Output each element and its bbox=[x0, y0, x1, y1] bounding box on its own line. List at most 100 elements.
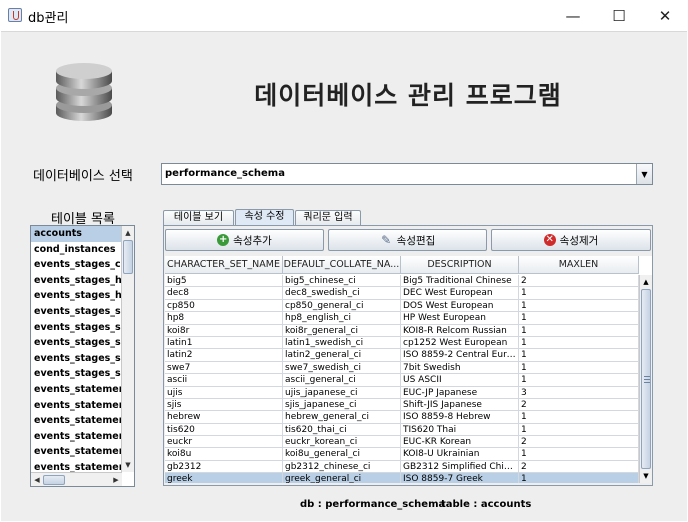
table-row[interactable]: hp8 hp8_english_ci HP West European 1 bbox=[165, 312, 639, 325]
table-cell: gb2312 bbox=[165, 460, 283, 474]
column-header[interactable]: DEFAULT_COLLATE_NA... bbox=[283, 256, 401, 274]
table-header: CHARACTER_SET_NAME DEFAULT_COLLATE_NA...… bbox=[165, 256, 639, 274]
table-list-item[interactable]: events_stages_current bbox=[31, 257, 122, 273]
table-vscroll[interactable]: ▲ ▼ bbox=[639, 275, 652, 483]
table-list[interactable]: accountscond_instancesevents_stages_curr… bbox=[30, 225, 135, 487]
status-table: table : accounts bbox=[441, 499, 532, 510]
table-list-item[interactable]: events_stages_summary_by_account bbox=[31, 304, 122, 320]
scroll-up-icon[interactable]: ▲ bbox=[640, 276, 652, 288]
table-list-item[interactable]: accounts bbox=[31, 226, 122, 242]
table-list-item[interactable]: events_statements_history_long bbox=[31, 413, 122, 429]
table-cell: ISO 8859-8 Hebrew bbox=[401, 411, 519, 424]
delete-attribute-button[interactable]: ✕ 속성제거 bbox=[491, 229, 651, 251]
tab-table-view[interactable]: 테이블 보기 bbox=[163, 210, 234, 226]
scroll-up-icon[interactable]: ▲ bbox=[122, 227, 134, 239]
table-list-item[interactable]: events_statements_summary_by_thread bbox=[31, 460, 122, 472]
app-heading: 데이터베이스 관리 프로그램 bbox=[254, 81, 562, 110]
maximize-button[interactable]: ☐ bbox=[596, 0, 642, 31]
column-header[interactable]: CHARACTER_SET_NAME bbox=[165, 256, 283, 274]
table-cell: US ASCII bbox=[401, 374, 519, 387]
database-select-value: performance_schema bbox=[165, 168, 285, 179]
table-list-item[interactable]: events_stages_summary_by_thread bbox=[31, 335, 122, 351]
table-row[interactable]: euckr euckr_korean_ci EUC-KR Korean 2 bbox=[165, 436, 639, 449]
minimize-button[interactable]: — bbox=[550, 0, 596, 31]
table-row[interactable]: hebrew hebrew_general_ci ISO 8859-8 Hebrew… bbox=[165, 411, 639, 424]
scroll-down-icon[interactable]: ▼ bbox=[640, 470, 652, 482]
table-cell: ujis_japanese_ci bbox=[283, 386, 401, 399]
scroll-thumb[interactable] bbox=[123, 240, 133, 274]
table-list-item[interactable]: events_statements_history bbox=[31, 398, 122, 414]
table-row[interactable]: latin2 latin2_general_ci ISO 8859-2 Centra… bbox=[165, 349, 639, 362]
scroll-thumb[interactable] bbox=[43, 475, 65, 485]
edit-attribute-button[interactable]: ✎ 속성편집 bbox=[328, 229, 487, 251]
table-row[interactable]: big5 big5_chinese_ci Big5 Traditional Chin… bbox=[165, 275, 639, 288]
scroll-right-icon[interactable]: ▶ bbox=[110, 474, 122, 486]
tab-edit-attributes[interactable]: 속성 수정 bbox=[235, 209, 294, 226]
table-list-items: accountscond_instancesevents_stages_curr… bbox=[31, 226, 122, 472]
table-cell: DOS West European bbox=[401, 299, 519, 313]
scroll-left-icon[interactable]: ◀ bbox=[31, 474, 43, 486]
table-row[interactable]: ascii ascii_general_ci US ASCII 1 bbox=[165, 374, 639, 387]
table-row[interactable]: gb2312 gb2312_chinese_ci GB2312 Simplified… bbox=[165, 460, 639, 474]
table-list-item[interactable]: events_stages_history_long bbox=[31, 288, 122, 304]
table-row[interactable]: sjis sjis_japanese_ci Shift-JIS Japanese 2 bbox=[165, 398, 639, 412]
table-cell: DEC West European bbox=[401, 287, 519, 300]
table-cell: latin2_general_ci bbox=[283, 349, 401, 362]
table-cell: TIS620 Thai bbox=[401, 423, 519, 437]
close-button[interactable]: ✕ bbox=[642, 0, 688, 31]
table-cell: Big5 Traditional Chinese bbox=[401, 275, 519, 288]
table-row[interactable]: cp850 cp850_general_ci DOS West European 1 bbox=[165, 299, 639, 313]
scroll-thumb[interactable] bbox=[641, 289, 651, 469]
table-row[interactable]: tis620 tis620_thai_ci TIS620 Thai 1 bbox=[165, 423, 639, 437]
delete-attribute-label: 속성제거 bbox=[559, 234, 599, 247]
table-list-item[interactable]: events_statements_summary bbox=[31, 429, 122, 445]
table-row[interactable]: dec8 dec8_swedish_ci DEC West European 1 bbox=[165, 287, 639, 300]
table-cell: koi8r_general_ci bbox=[283, 324, 401, 337]
table-list-item[interactable]: events_statements_current bbox=[31, 382, 122, 398]
table-row[interactable]: koi8r koi8r_general_ci KOI8-R Relcom Russi… bbox=[165, 324, 639, 337]
table-list-item[interactable]: events_stages_summary_by_user bbox=[31, 351, 122, 367]
table-cell: 1 bbox=[519, 361, 639, 375]
plus-circle-icon: + bbox=[217, 234, 230, 246]
add-attribute-button[interactable]: + 속성추가 bbox=[165, 229, 324, 251]
tab-query-input[interactable]: 쿼리문 입력 bbox=[295, 210, 361, 226]
scroll-down-icon[interactable]: ▼ bbox=[122, 459, 134, 471]
column-header[interactable]: MAXLEN bbox=[519, 256, 639, 274]
table-cell: 1 bbox=[519, 336, 639, 350]
table-list-item[interactable]: events_statements_summary_by_host bbox=[31, 444, 122, 460]
table-row[interactable]: latin1 latin1_swedish_ci cp1252 West Europ… bbox=[165, 336, 639, 350]
table-cell: HP West European bbox=[401, 312, 519, 325]
table-cell: greek bbox=[165, 473, 283, 483]
attribute-table[interactable]: CHARACTER_SET_NAME DEFAULT_COLLATE_NA...… bbox=[165, 256, 652, 483]
table-cell: GB2312 Simplified Chine... bbox=[401, 460, 519, 474]
main-panel: 데이터베이스 관리 프로그램 데이터베이스 선택 performance_sch… bbox=[1, 31, 687, 521]
database-select[interactable]: performance_schema ▼ bbox=[161, 163, 653, 185]
table-row[interactable]: greek greek_general_ci ISO 8859-7 Greek 1 bbox=[165, 473, 639, 483]
column-header[interactable]: DESCRIPTION bbox=[401, 256, 519, 274]
table-row[interactable]: koi8u koi8u_general_ci KOI8-U Ukrainian 1 bbox=[165, 448, 639, 461]
table-cell: 3 bbox=[519, 386, 639, 399]
table-body: big5 big5_chinese_ci Big5 Traditional Chin… bbox=[165, 275, 639, 483]
table-cell: latin1_swedish_ci bbox=[283, 336, 401, 350]
edit-attribute-label: 속성편집 bbox=[396, 234, 436, 247]
table-cell: sjis_japanese_ci bbox=[283, 398, 401, 412]
table-row[interactable]: ujis ujis_japanese_ci EUC-JP Japanese 3 bbox=[165, 386, 639, 399]
table-cell: 2 bbox=[519, 436, 639, 449]
table-cell: euckr bbox=[165, 436, 283, 449]
chevron-down-icon[interactable]: ▼ bbox=[636, 164, 652, 184]
table-cell: 1 bbox=[519, 374, 639, 387]
table-cell: 1 bbox=[519, 324, 639, 337]
table-list-hscroll[interactable]: ◀ ▶ bbox=[31, 472, 122, 486]
table-cell: hebrew bbox=[165, 411, 283, 424]
table-cell: big5_chinese_ci bbox=[283, 275, 401, 288]
table-cell: 2 bbox=[519, 275, 639, 288]
table-list-item[interactable]: cond_instances bbox=[31, 242, 122, 258]
table-row[interactable]: swe7 swe7_swedish_ci 7bit Swedish 1 bbox=[165, 361, 639, 375]
table-list-item[interactable]: events_stages_summary_global bbox=[31, 366, 122, 382]
table-cell: hp8 bbox=[165, 312, 283, 325]
table-list-item[interactable]: events_stages_history bbox=[31, 273, 122, 289]
table-list-item[interactable]: events_stages_summary_by_host bbox=[31, 320, 122, 336]
table-list-vscroll[interactable]: ▲ ▼ bbox=[121, 226, 134, 472]
table-cell: cp850_general_ci bbox=[283, 299, 401, 313]
table-cell: ujis bbox=[165, 386, 283, 399]
